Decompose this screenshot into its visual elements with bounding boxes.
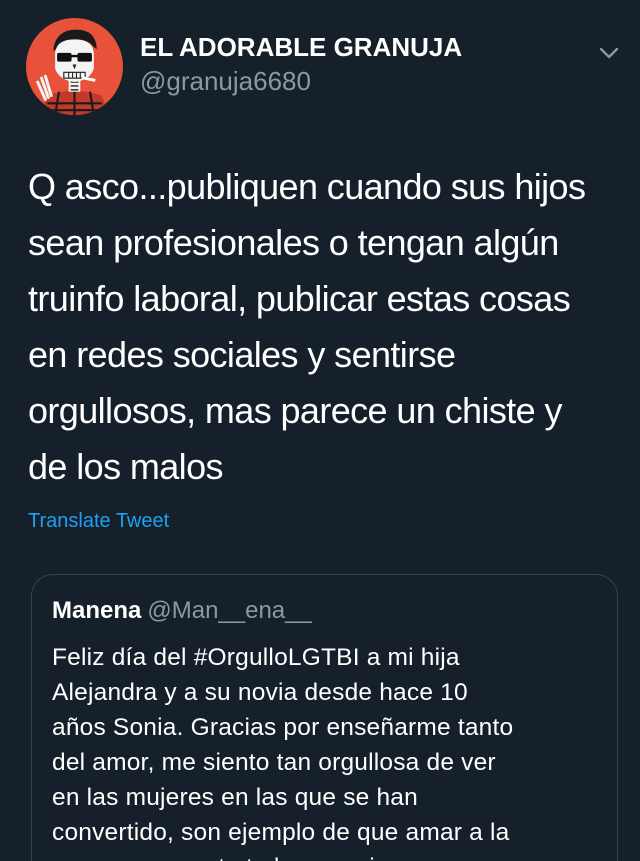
chevron-down-icon bbox=[599, 47, 619, 59]
author-display-name[interactable]: EL ADORABLE GRANUJA bbox=[140, 32, 462, 63]
tweet-text: Q asco...publiquen cuando sus hijos sean… bbox=[28, 166, 586, 487]
avatar[interactable] bbox=[26, 18, 123, 115]
author-handle[interactable]: @granuja6680 bbox=[140, 66, 311, 97]
skull-avatar-icon bbox=[26, 18, 123, 115]
quoted-tweet[interactable]: Manena @Man__ena__ Feliz día del #Orgullo… bbox=[31, 574, 618, 861]
quoted-tweet-header: Manena @Man__ena__ bbox=[52, 597, 312, 625]
quoted-author-name: Manena bbox=[52, 597, 142, 624]
tweet-menu-button[interactable] bbox=[596, 44, 622, 62]
quoted-author-handle: @Man__ena__ bbox=[147, 597, 312, 624]
translate-tweet-link[interactable]: Translate Tweet bbox=[28, 510, 169, 533]
quoted-tweet-text: Feliz día del #OrgulloLGTBI a mi hija Al… bbox=[52, 644, 514, 861]
